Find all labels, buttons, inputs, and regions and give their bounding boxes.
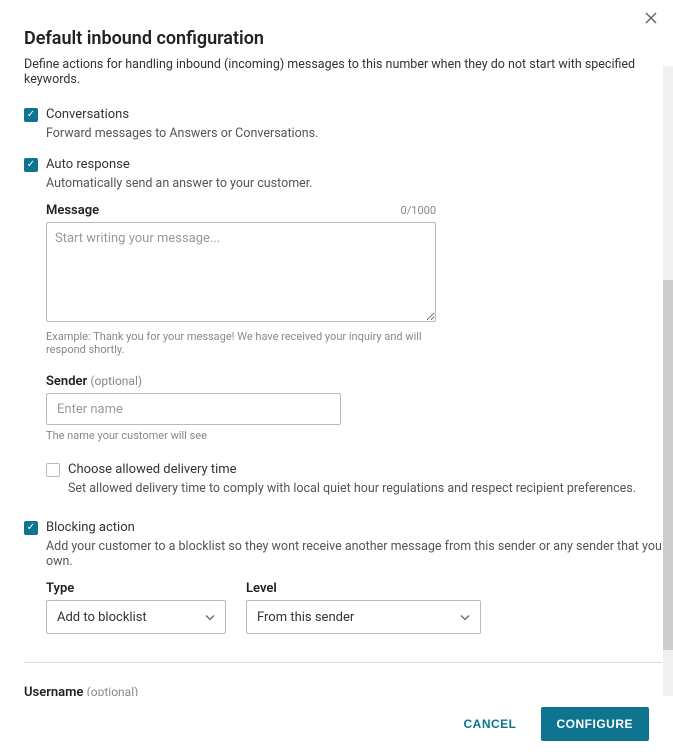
- conversations-desc: Forward messages to Answers or Conversat…: [46, 126, 662, 141]
- chevron-down-icon: [460, 610, 470, 625]
- level-value: From this sender: [257, 610, 354, 625]
- type-value: Add to blocklist: [57, 610, 147, 625]
- cancel-button[interactable]: CANCEL: [448, 707, 533, 741]
- username-section: Username (optional) If a username is sel…: [24, 685, 662, 696]
- message-counter: 0/1000: [401, 204, 436, 217]
- delivery-time-desc: Set allowed delivery time to comply with…: [68, 481, 662, 496]
- delivery-time-label: Choose allowed delivery time: [68, 462, 237, 477]
- sender-input[interactable]: [46, 393, 341, 425]
- conversations-section: Conversations Forward messages to Answer…: [24, 107, 662, 141]
- blocking-desc: Add your customer to a blocklist so they…: [46, 539, 662, 569]
- username-optional: (optional): [87, 685, 139, 696]
- message-label: Message: [46, 203, 99, 218]
- sender-hint: The name your customer will see: [46, 429, 341, 442]
- conversations-label: Conversations: [46, 107, 129, 122]
- message-textarea[interactable]: [46, 222, 436, 322]
- dialog-footer: CANCEL CONFIGURE: [0, 696, 673, 752]
- blocking-section: Blocking action Add your customer to a b…: [24, 520, 662, 634]
- auto-response-desc: Automatically send an answer to your cus…: [46, 176, 662, 191]
- delivery-time-section: Choose allowed delivery time Set allowed…: [46, 462, 662, 496]
- type-dropdown[interactable]: Add to blocklist: [46, 600, 226, 634]
- inbound-config-dialog: Default inbound configuration Define act…: [0, 0, 673, 752]
- delivery-time-checkbox[interactable]: [46, 463, 60, 477]
- auto-response-label: Auto response: [46, 157, 130, 172]
- sender-label: Sender: [46, 374, 87, 389]
- type-label: Type: [46, 581, 226, 596]
- auto-response-section: Auto response Automatically send an answ…: [24, 157, 662, 496]
- dialog-title: Default inbound configuration: [24, 28, 662, 49]
- divider: [24, 662, 662, 663]
- dialog-content: Default inbound configuration Define act…: [0, 0, 673, 696]
- blocking-label: Blocking action: [46, 520, 135, 535]
- conversations-checkbox[interactable]: [24, 108, 38, 122]
- blocking-checkbox[interactable]: [24, 521, 38, 535]
- username-label: Username: [24, 685, 83, 696]
- level-label: Level: [246, 581, 481, 596]
- dialog-subtitle: Define actions for handling inbound (inc…: [24, 57, 662, 87]
- configure-button[interactable]: CONFIGURE: [541, 707, 650, 741]
- auto-response-checkbox[interactable]: [24, 158, 38, 172]
- level-dropdown[interactable]: From this sender: [246, 600, 481, 634]
- message-hint: Example: Thank you for your message! We …: [46, 330, 436, 356]
- chevron-down-icon: [205, 610, 215, 625]
- sender-optional: (optional): [90, 374, 142, 388]
